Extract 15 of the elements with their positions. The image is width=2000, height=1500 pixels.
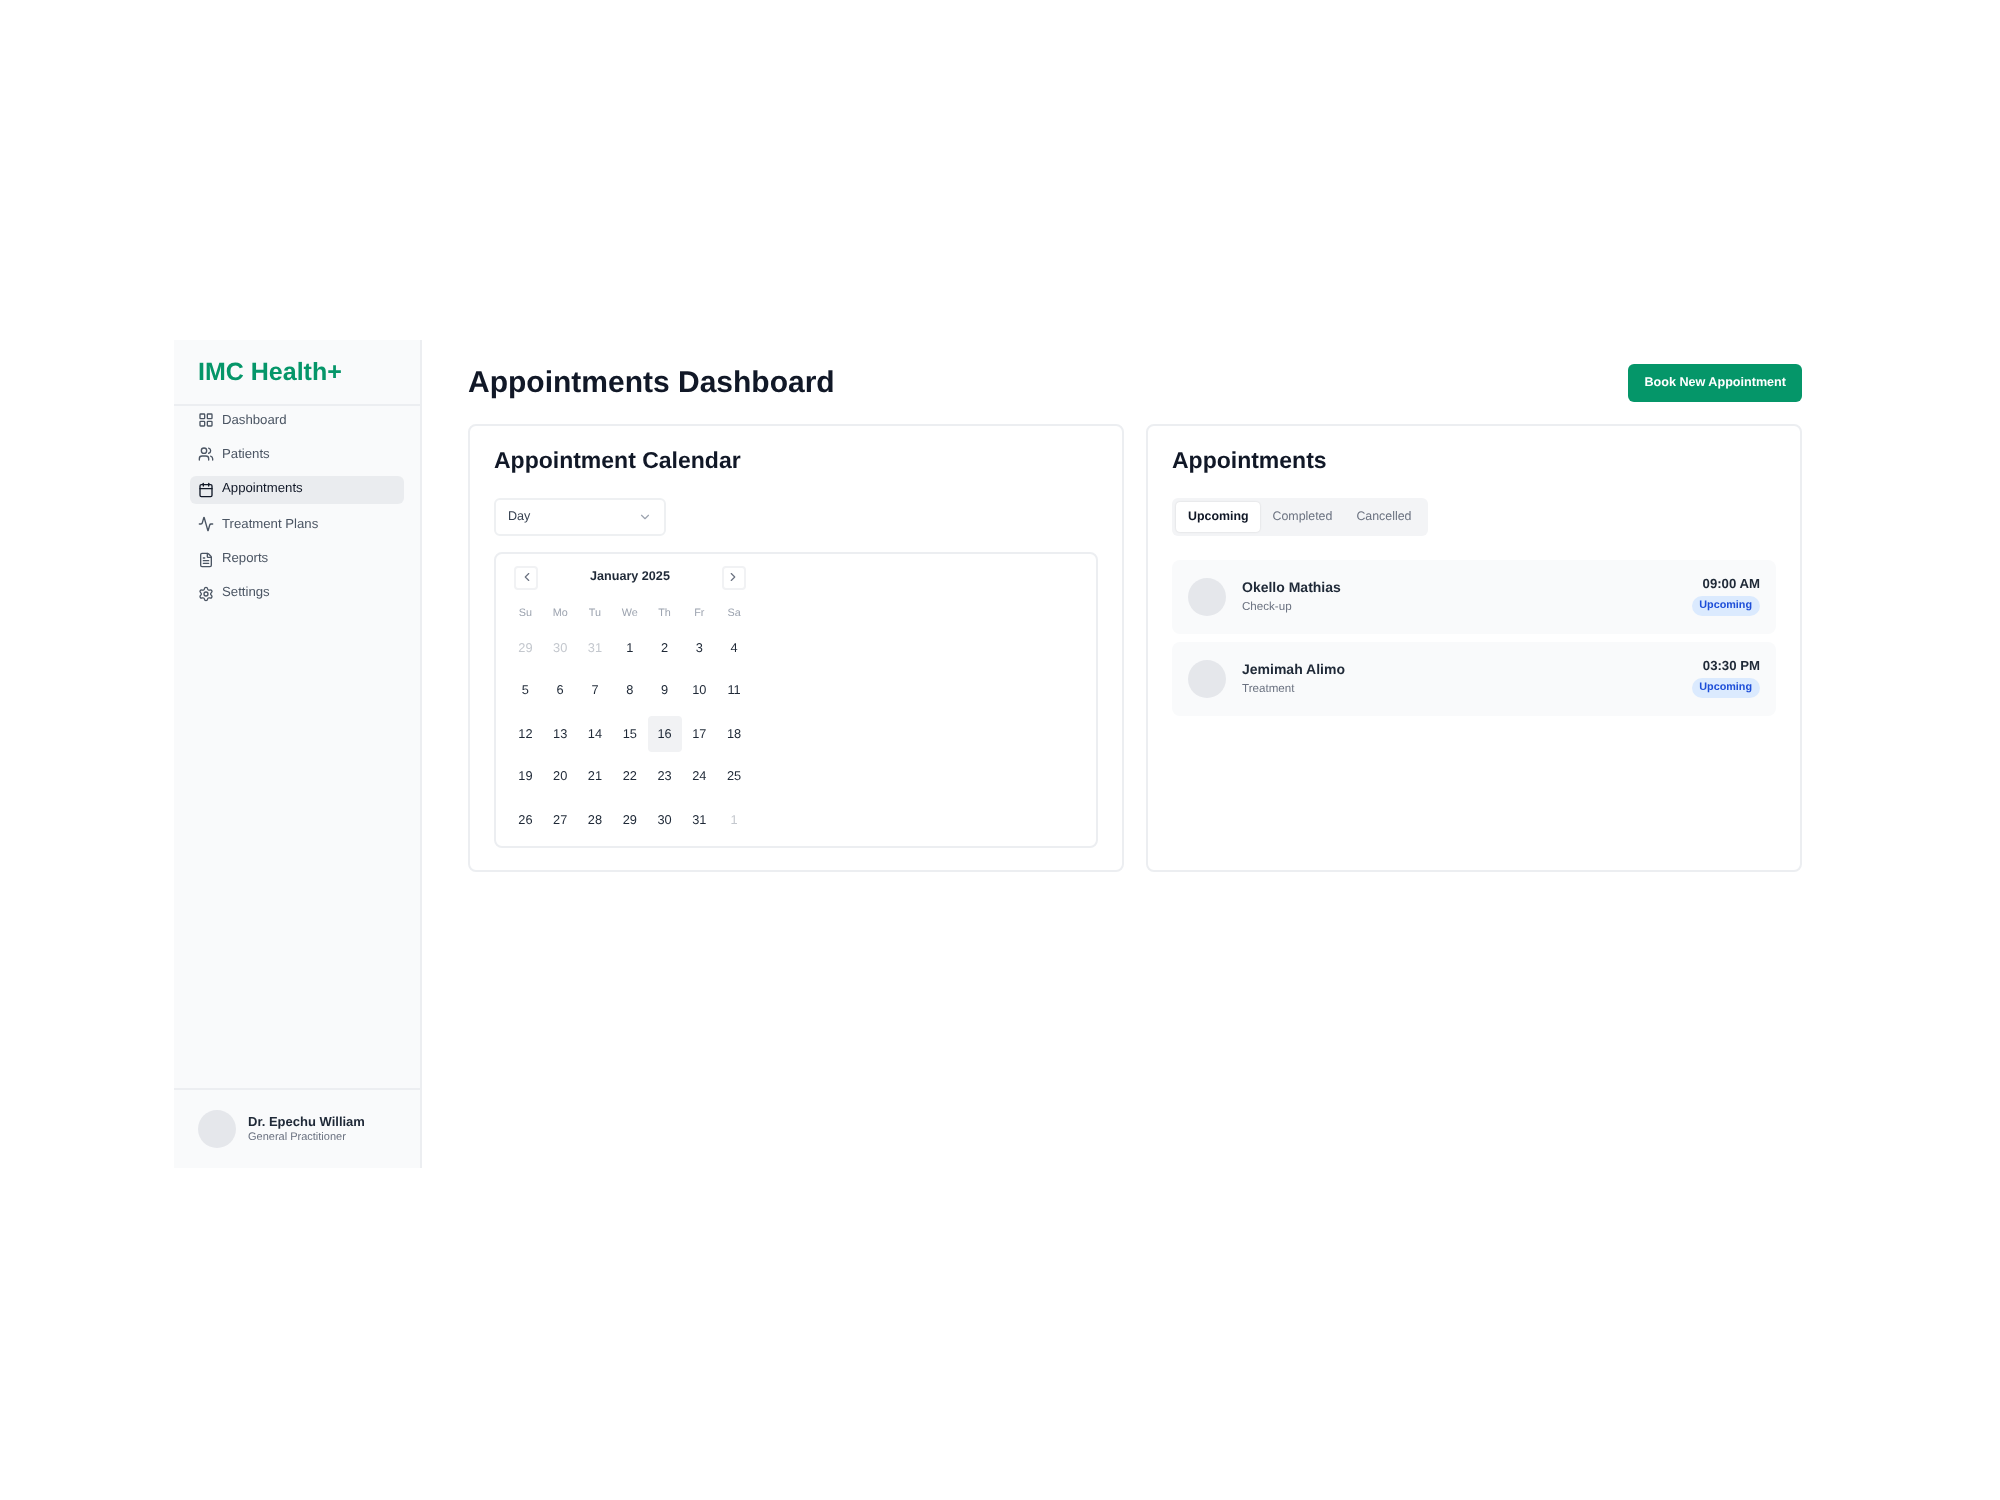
- document-icon: [198, 551, 214, 568]
- page-title: Appointments Dashboard: [468, 366, 835, 400]
- previous-month-button[interactable]: [514, 565, 538, 589]
- settings-icon: [198, 585, 214, 602]
- logo-text: IMC Health+: [198, 358, 342, 386]
- pulse-icon: [198, 516, 214, 533]
- calendar-icon: [198, 481, 214, 498]
- card-title: Appointment Calendar: [494, 448, 741, 476]
- chevron-right-icon: [726, 570, 741, 584]
- chevron-left-icon: [519, 570, 533, 584]
- users-icon: [198, 446, 214, 463]
- chevron-down-icon: [638, 510, 652, 524]
- next-month-button[interactable]: [721, 565, 746, 589]
- grid-icon: [198, 412, 214, 428]
- card-title: Appointments: [1172, 448, 1327, 476]
